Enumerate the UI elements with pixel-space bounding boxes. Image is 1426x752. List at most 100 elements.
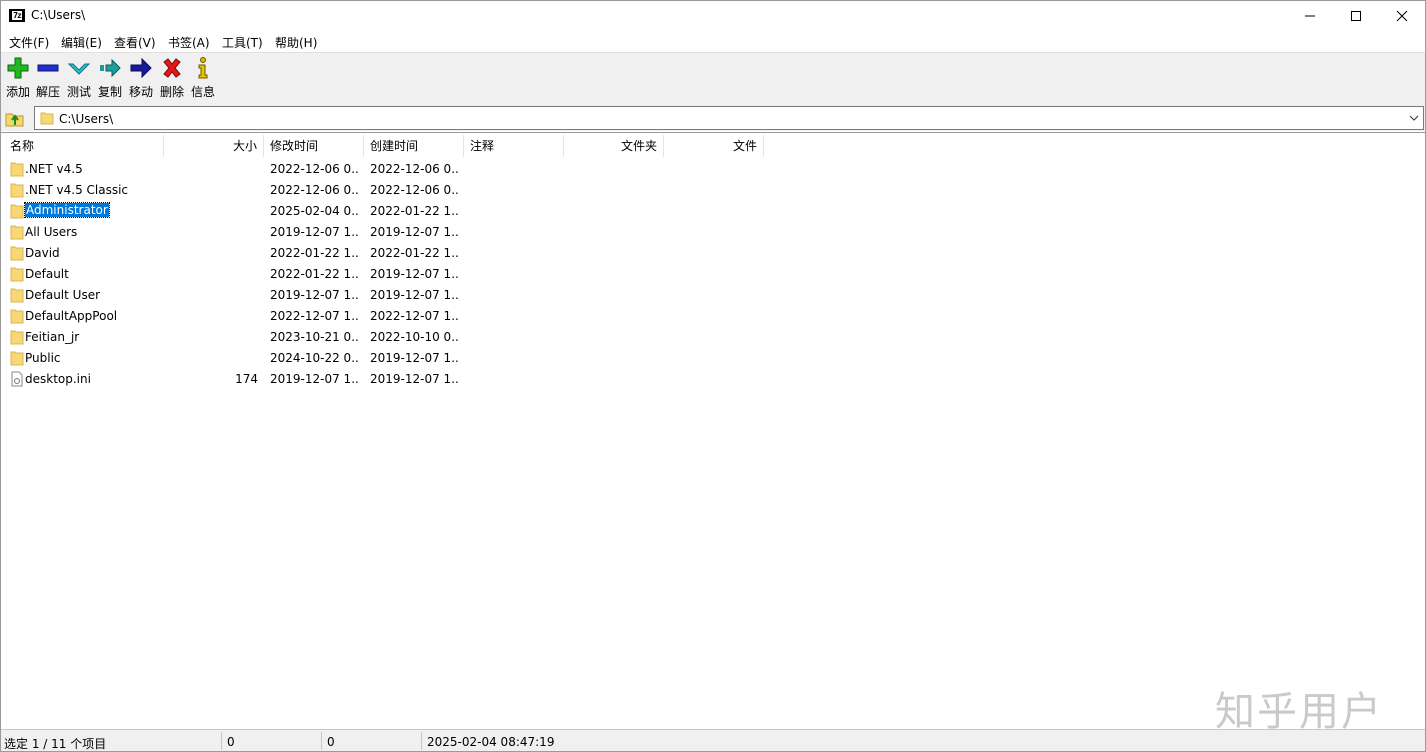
- cell-created: 2019-12-07 1...: [370, 267, 460, 281]
- toolbar: 添加 解压 测试 复制 移动 删除 信息: [1, 52, 1425, 106]
- folder-icon: [10, 309, 24, 324]
- cell-created: 2019-12-07 1...: [370, 351, 460, 365]
- maximize-icon: [1351, 11, 1361, 21]
- 7zip-app-icon: 7z: [9, 9, 25, 22]
- column-header-modified[interactable]: 修改时间: [264, 135, 364, 157]
- cell-created: 2022-12-06 0...: [370, 162, 460, 176]
- test-button[interactable]: 测试: [64, 56, 94, 102]
- cell-created: 2022-01-22 1...: [370, 204, 460, 218]
- path-text: C:\Users\: [59, 112, 114, 126]
- settings-file-icon: [11, 371, 23, 387]
- window-title: C:\Users\: [31, 8, 86, 22]
- cell-modified: 2024-10-22 0...: [270, 351, 360, 365]
- cell-name: .NET v4.5 Classic: [25, 183, 129, 197]
- up-folder-button[interactable]: [4, 108, 26, 129]
- cell-size: 174: [235, 372, 258, 386]
- menu-tools[interactable]: 工具(T): [222, 34, 263, 51]
- info-icon: [198, 57, 208, 79]
- cell-name: David: [25, 246, 60, 260]
- copy-button[interactable]: 复制: [95, 56, 125, 102]
- cell-modified: 2023-10-21 0...: [270, 330, 360, 344]
- folder-icon: [10, 288, 24, 303]
- table-row[interactable]: Administrator 2025-02-04 0... 2022-01-22 1…: [1, 201, 781, 222]
- cell-created: 2019-12-07 1...: [370, 225, 460, 239]
- menu-edit[interactable]: 编辑(E): [61, 34, 102, 51]
- table-row[interactable]: desktop.ini 174 2019-12-07 1... 2019-12-07 …: [1, 369, 781, 390]
- folder-icon: [10, 162, 24, 177]
- close-icon: [1396, 10, 1408, 22]
- menu-view[interactable]: 查看(V): [114, 34, 156, 51]
- menu-bookmarks[interactable]: 书签(A): [168, 34, 210, 51]
- cell-modified: 2022-01-22 1...: [270, 267, 360, 281]
- minus-icon: [37, 64, 59, 72]
- cell-name: DefaultAppPool: [25, 309, 118, 323]
- minimize-icon: [1305, 15, 1315, 17]
- table-row[interactable]: David 2022-01-22 1... 2022-01-22 1...: [1, 243, 781, 264]
- file-list[interactable]: 名称 大小 修改时间 创建时间 注释 文件夹 文件 .NET v4.5 2022-…: [1, 132, 1425, 729]
- menu-bar: 文件(F) 编辑(E) 查看(V) 书签(A) 工具(T) 帮助(H): [1, 31, 1425, 51]
- minimize-button[interactable]: [1287, 1, 1333, 31]
- table-row[interactable]: Default 2022-01-22 1... 2019-12-07 1...: [1, 264, 781, 285]
- close-button[interactable]: [1379, 1, 1425, 31]
- cell-modified: 2022-12-07 1...: [270, 309, 360, 323]
- menu-file[interactable]: 文件(F): [9, 34, 49, 51]
- cell-created: 2022-10-10 0...: [370, 330, 460, 344]
- folder-icon: [10, 204, 24, 219]
- move-arrow-icon: [130, 57, 152, 79]
- plus-icon: [7, 57, 29, 79]
- cell-name: Public: [25, 351, 61, 365]
- column-header-comment[interactable]: 注释: [464, 135, 564, 157]
- cell-name: All Users: [25, 225, 78, 239]
- folder-icon: [40, 112, 54, 125]
- copy-arrow-icon: [100, 58, 121, 78]
- selected-item-label: Administrator: [24, 202, 110, 218]
- column-header-name[interactable]: 名称: [4, 135, 164, 157]
- cell-modified: 2022-12-06 0...: [270, 183, 360, 197]
- table-row[interactable]: Public 2024-10-22 0... 2019-12-07 1...: [1, 348, 781, 369]
- info-button[interactable]: 信息: [188, 56, 218, 102]
- status-bar: 选定 1 / 11 个项目 0 0 2025-02-04 08:47:19: [1, 729, 1425, 751]
- maximize-button[interactable]: [1333, 1, 1379, 31]
- move-button[interactable]: 移动: [126, 56, 156, 102]
- app-window: 7z C:\Users\ 文件(F) 编辑(E) 查看(V) 书签(A) 工具(…: [0, 0, 1426, 752]
- cell-name: desktop.ini: [25, 372, 91, 386]
- checkmark-icon: [67, 63, 91, 75]
- cell-name: .NET v4.5: [25, 162, 83, 176]
- cell-created: 2022-12-06 0...: [370, 183, 460, 197]
- table-row[interactable]: Feitian_jr 2023-10-21 0... 2022-10-10 0...: [1, 327, 781, 348]
- status-selection: 选定 1 / 11 个项目: [4, 737, 107, 751]
- cell-name: Default User: [25, 288, 101, 302]
- status-size: 0: [227, 735, 235, 749]
- table-row[interactable]: DefaultAppPool 2022-12-07 1... 2022-12-07 …: [1, 306, 781, 327]
- watermark: 知乎用户: [1215, 689, 1383, 735]
- table-row[interactable]: Default User 2019-12-07 1... 2019-12-07 1.…: [1, 285, 781, 306]
- cell-created: 2019-12-07 1...: [370, 372, 460, 386]
- delete-x-icon: [163, 58, 181, 78]
- cell-name: Default: [25, 267, 69, 281]
- address-bar: C:\Users\: [1, 105, 1425, 131]
- folder-icon: [10, 351, 24, 366]
- cell-modified: 2019-12-07 1...: [270, 372, 360, 386]
- folder-icon: [10, 246, 24, 261]
- folder-icon: [10, 183, 24, 198]
- delete-button[interactable]: 删除: [157, 56, 187, 102]
- table-row[interactable]: .NET v4.5 Classic 2022-12-06 0... 2022-12-…: [1, 180, 781, 201]
- cell-name: Administrator: [24, 202, 161, 218]
- info-label: 信息: [190, 85, 215, 99]
- menu-help[interactable]: 帮助(H): [275, 34, 317, 51]
- column-header-folders[interactable]: 文件夹: [564, 135, 664, 157]
- table-row[interactable]: .NET v4.5 2022-12-06 0... 2022-12-06 0...: [1, 159, 781, 180]
- cell-modified: 2019-12-07 1...: [270, 288, 360, 302]
- status-datetime: 2025-02-04 08:47:19: [427, 735, 555, 749]
- chevron-down-icon[interactable]: [1409, 113, 1419, 123]
- column-header-files[interactable]: 文件: [664, 135, 764, 157]
- cell-name: Feitian_jr: [25, 330, 80, 344]
- cell-modified: 2019-12-07 1...: [270, 225, 360, 239]
- extract-button[interactable]: 解压: [33, 56, 63, 102]
- table-row[interactable]: All Users 2019-12-07 1... 2019-12-07 1...: [1, 222, 781, 243]
- column-header-created[interactable]: 创建时间: [364, 135, 464, 157]
- path-combobox[interactable]: C:\Users\: [34, 106, 1424, 130]
- folder-icon: [10, 225, 24, 240]
- column-header-size[interactable]: 大小: [164, 135, 264, 157]
- up-folder-icon: [5, 113, 24, 127]
